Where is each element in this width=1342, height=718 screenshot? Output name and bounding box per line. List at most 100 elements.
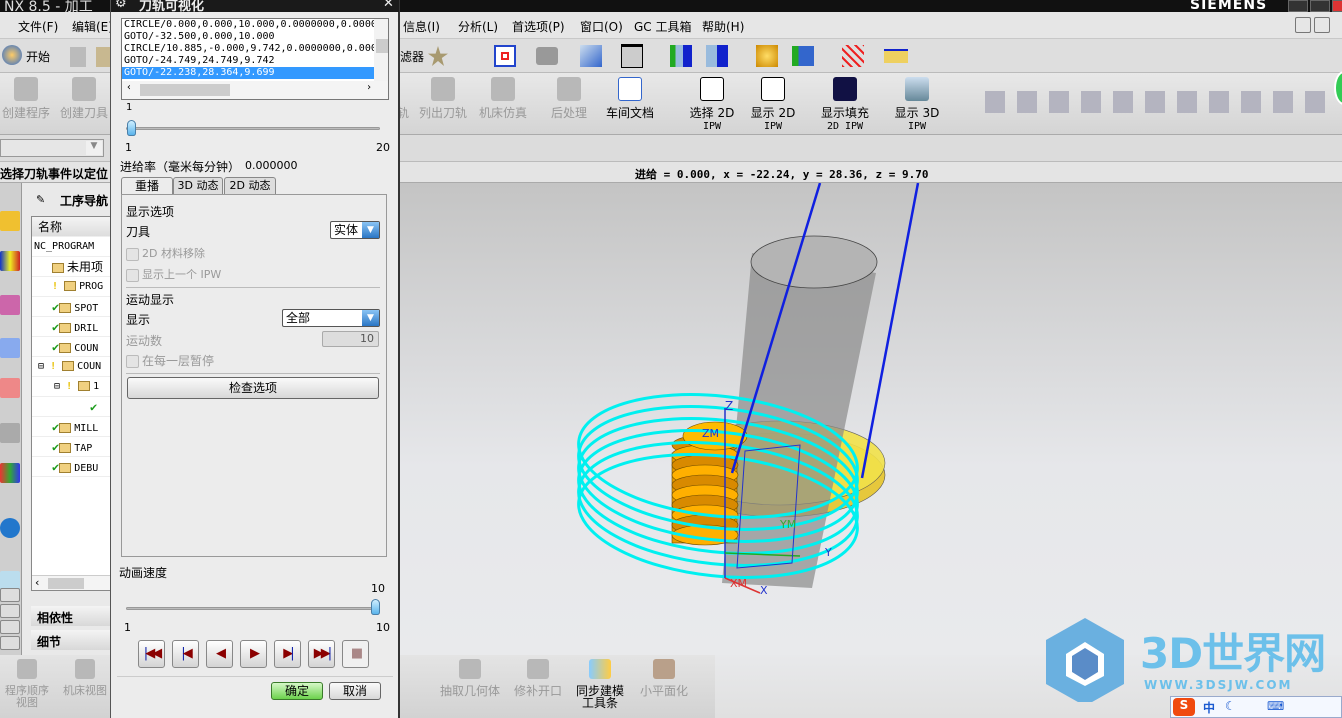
check-icon: ✔ (52, 420, 60, 434)
check-icon: ✔ (52, 340, 60, 354)
list-item[interactable]: CIRCLE/0.000,0.000,10.000,0.0000000,0.00… (122, 19, 388, 31)
menu-edit[interactable]: 编辑(E) (72, 18, 113, 35)
start-menu-button[interactable]: 开始 (26, 48, 50, 65)
motion-slider-track[interactable] (126, 127, 380, 130)
create-program-button[interactable]: 创建程序 (0, 77, 52, 119)
type-filter-dropdown[interactable]: ▼ (0, 139, 104, 157)
ime-toolbar[interactable]: S 中 ☾ ⌨ (1170, 696, 1342, 718)
sogou-icon: S (1173, 698, 1195, 716)
tool-display-select[interactable]: 实体 ▼ (330, 221, 380, 239)
maximize-button[interactable] (1310, 0, 1330, 12)
show-2d-ipw-button[interactable]: 显示 2D IPW (746, 77, 800, 133)
horizontal-scrollbar[interactable]: ‹ › (122, 81, 388, 99)
list-item[interactable]: GOTO/-32.500,0.000,10.000 (122, 31, 388, 43)
shop-documentation-button[interactable]: 车间文档 (600, 77, 660, 119)
clip-section-icon[interactable] (670, 45, 692, 67)
scroll-top-button[interactable] (0, 588, 20, 602)
list-item-selected[interactable]: GOTO/-22.238,28.364,9.699 (122, 67, 388, 79)
show-3d-ipw-icon (905, 77, 929, 101)
menu-file[interactable]: 文件(F) (18, 18, 58, 35)
feed-rate-value: 0.000000 (245, 159, 298, 172)
scroll-down-button[interactable] (0, 620, 20, 634)
history-tab[interactable] (0, 463, 20, 483)
check-options-button[interactable]: 检查选项 (127, 377, 379, 399)
edit-object-display-icon[interactable] (756, 45, 778, 67)
patch-opening-button[interactable]: 修补开口 (508, 659, 568, 697)
info-tab[interactable] (0, 518, 20, 538)
render-style-icon[interactable] (536, 47, 558, 65)
part-navigator-tab[interactable] (0, 295, 20, 315)
gear-icon[interactable]: ⚙ (115, 0, 127, 11)
clip-section-2-icon[interactable] (706, 45, 728, 67)
doc-restore-button[interactable] (1314, 17, 1330, 33)
extract-geometry-button[interactable]: 抽取几何体 (440, 659, 500, 697)
keyboard-icon: ⌨ (1267, 699, 1285, 713)
machine-simulation-button[interactable]: 机床仿真 (476, 77, 530, 119)
ok-button[interactable]: 确定 (271, 682, 323, 700)
menu-gc-toolbox[interactable]: GC 工具箱 (634, 18, 692, 35)
fast-forward-to-end-button[interactable]: ▶▶| (308, 640, 335, 668)
cancel-button[interactable]: 取消 (329, 682, 381, 700)
select-2d-ipw-button[interactable]: 选择 2D IPW (686, 77, 738, 133)
sync-modeling-toolbar-button[interactable]: 同步建模工具条 (572, 659, 628, 709)
facet-button[interactable]: 小平面化 (634, 659, 694, 697)
pause-each-level-checkbox[interactable]: 在每一层暂停 (126, 352, 214, 369)
machine-tool-tab[interactable] (0, 423, 20, 443)
background-icon[interactable] (621, 44, 643, 68)
speed-slider-thumb[interactable] (371, 599, 380, 615)
show-3d-ipw-button[interactable]: 显示 3D IPW (890, 77, 944, 133)
dialog-close-icon[interactable]: ✕ (383, 0, 394, 11)
doc-minimize-button[interactable] (1295, 17, 1311, 33)
pin-icon[interactable]: ✎ (36, 193, 45, 206)
display-mode-select[interactable]: 全部 ▼ (282, 309, 380, 327)
list-item[interactable]: CIRCLE/10.885,-0.000,9.742,0.0000000,0.0… (122, 43, 388, 55)
check-icon: ✔ (52, 460, 60, 474)
step-forward-button[interactable]: ▶| (274, 640, 301, 668)
close-button[interactable] (1332, 0, 1342, 12)
list-toolpath-button[interactable]: 列出刀轨 (416, 77, 470, 119)
rewind-to-start-button[interactable]: |◀◀ (138, 640, 165, 668)
scroll-up-button[interactable] (0, 604, 20, 618)
toolpath-listbox[interactable]: CIRCLE/0.000,0.000,10.000,0.0000000,0.00… (121, 18, 389, 100)
list-item[interactable]: GOTO/-24.749,24.749,9.742 (122, 55, 388, 67)
stop-button[interactable]: ■ (342, 640, 369, 668)
tab-2d-dynamic[interactable]: 2D 动态 (224, 177, 276, 194)
scroll-bottom-button[interactable] (0, 636, 20, 650)
menu-analysis[interactable]: 分析(L) (458, 18, 498, 35)
motion-slider-thumb[interactable] (127, 120, 136, 136)
postprocess-button[interactable]: 后处理 (546, 77, 592, 119)
orient-view-cube-icon[interactable] (580, 45, 602, 67)
menu-info[interactable]: 信息(I) (403, 18, 440, 35)
tab-replay[interactable]: 重播 (121, 177, 173, 195)
ruler-icon[interactable] (884, 49, 908, 63)
step-back-button[interactable]: |◀ (172, 640, 199, 668)
menu-preferences[interactable]: 首选项(P) (512, 18, 565, 35)
new-file-icon[interactable] (70, 47, 86, 67)
create-tool-button[interactable]: 创建刀具 (58, 77, 110, 119)
assembly-navigator-tab[interactable] (0, 338, 20, 358)
program-order-view-button[interactable]: 程序顺序视图 (0, 659, 54, 709)
show-fill-2d-ipw-button[interactable]: 显示填充 2D IPW (816, 77, 874, 133)
snap-star-icon[interactable] (428, 46, 448, 66)
menu-window[interactable]: 窗口(O) (580, 18, 623, 35)
minimize-button[interactable] (1288, 0, 1308, 12)
play-reverse-button[interactable]: ◀ (206, 640, 233, 668)
2d-material-removal-checkbox[interactable]: 2D 材料移除 (126, 245, 205, 261)
play-forward-button[interactable]: ▶ (240, 640, 267, 668)
vertical-scrollbar[interactable] (374, 19, 388, 81)
measure-distance-icon[interactable] (842, 45, 864, 67)
speed-slider-track[interactable] (126, 607, 380, 610)
reuse-library-tab[interactable] (0, 378, 20, 398)
resource-bar-icon[interactable] (1334, 71, 1342, 105)
motion-count-input[interactable]: 10 (322, 331, 379, 347)
constraint-navigator-tab[interactable] (0, 251, 20, 271)
show-previous-ipw-checkbox[interactable]: 显示上一个 IPW (126, 266, 221, 282)
fit-view-icon[interactable] (494, 45, 516, 67)
show-hide-icon[interactable] (792, 46, 814, 66)
open-file-icon[interactable] (96, 47, 110, 67)
menu-help[interactable]: 帮助(H) (702, 18, 744, 35)
graphics-viewport[interactable]: Z ZM YM XM X Y (400, 182, 1342, 655)
tab-3d-dynamic[interactable]: 3D 动态 (173, 177, 223, 194)
operation-navigator-tab[interactable] (0, 211, 20, 231)
machine-view-button[interactable]: 机床视图 (58, 659, 112, 697)
